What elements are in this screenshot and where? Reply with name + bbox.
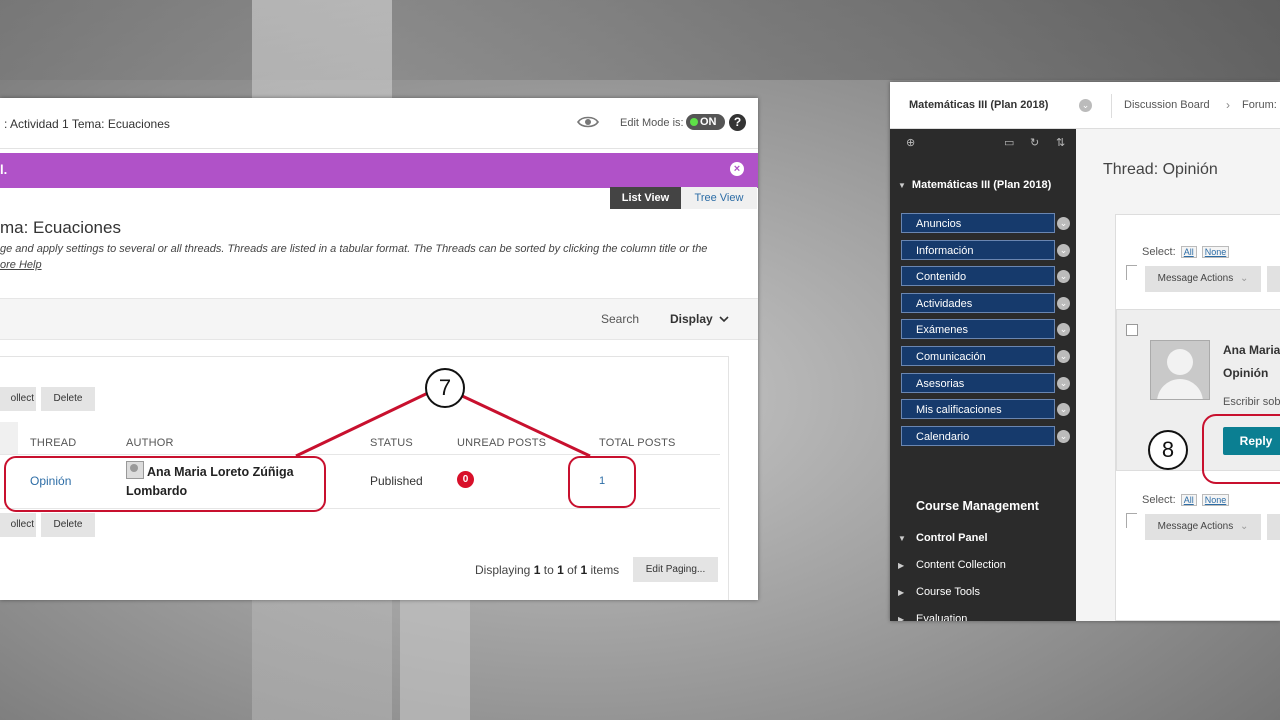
select-label: Select: bbox=[1142, 494, 1176, 506]
select-all-link[interactable]: All bbox=[1180, 246, 1197, 258]
chevron-down-icon[interactable]: ⌄ bbox=[1057, 430, 1070, 443]
page-title: Thread: Opinión bbox=[1103, 161, 1218, 178]
expand-triangle-icon: ▶ bbox=[898, 588, 905, 597]
select-none-link[interactable]: None bbox=[1201, 246, 1230, 258]
sidebar-item-mis-calificaciones[interactable]: Mis calificaciones bbox=[901, 399, 1055, 419]
breadcrumb-forum[interactable]: Forum: bbox=[1242, 99, 1277, 111]
connector-line bbox=[1126, 265, 1137, 280]
control-panel-course-tools[interactable]: ▶ Course Tools bbox=[898, 586, 980, 598]
course-tools-label: Course Tools bbox=[916, 586, 980, 598]
sidebar-item-anuncios[interactable]: Anuncios bbox=[901, 213, 1055, 233]
secondary-action-button-bottom[interactable] bbox=[1267, 514, 1280, 540]
chevron-down-icon[interactable]: ⌄ bbox=[1057, 217, 1070, 230]
sidebar-item-calendario[interactable]: Calendario bbox=[901, 426, 1055, 446]
step-marker-8: 8 bbox=[1148, 430, 1188, 470]
top-bar: Matemáticas III (Plan 2018) ⌄ Discussion… bbox=[890, 82, 1280, 129]
breadcrumb-discussion-board[interactable]: Discussion Board bbox=[1124, 99, 1210, 111]
content-collection-label: Content Collection bbox=[916, 559, 1006, 571]
chevron-down-icon[interactable]: ⌄ bbox=[1079, 99, 1092, 112]
sidebar-item-informacion[interactable]: Información bbox=[901, 240, 1055, 260]
collapse-triangle-icon: ▼ bbox=[898, 534, 906, 543]
message-checkbox[interactable] bbox=[1126, 324, 1138, 336]
add-icon[interactable]: ⊕ bbox=[906, 136, 915, 149]
control-panel-content-collection[interactable]: ▶ Content Collection bbox=[898, 559, 1006, 571]
thread-content: Thread: Opinión Select: All None Message… bbox=[1077, 129, 1280, 621]
select-all-link[interactable]: All bbox=[1180, 494, 1197, 506]
thread-view-screenshot: Matemáticas III (Plan 2018) ⌄ Discussion… bbox=[890, 82, 1280, 621]
highlight-reply-button bbox=[1202, 414, 1280, 484]
chevron-down-icon[interactable]: ⌄ bbox=[1057, 323, 1070, 336]
highlight-total-posts bbox=[568, 456, 636, 508]
folder-icon[interactable]: ▭ bbox=[1004, 136, 1014, 149]
connector-line bbox=[1126, 513, 1137, 528]
avatar bbox=[1150, 340, 1210, 400]
chevron-down-icon[interactable]: ⌄ bbox=[1057, 297, 1070, 310]
post-subject: Opinión bbox=[1223, 366, 1269, 380]
control-panel-label: Control Panel bbox=[916, 532, 988, 544]
course-menu-tools: ⊕ ▭ ↻ ⇅ bbox=[890, 129, 1076, 157]
select-label: Select: bbox=[1142, 246, 1176, 258]
sidebar-item-asesorias[interactable]: Asesorias bbox=[901, 373, 1055, 393]
chevron-down-icon[interactable]: ⌄ bbox=[1057, 377, 1070, 390]
post-author: Ana Maria bbox=[1223, 343, 1280, 357]
step-marker-7: 7 bbox=[425, 368, 465, 408]
message-actions-label: Message Actions bbox=[1157, 521, 1234, 532]
collapse-triangle-icon: ▼ bbox=[898, 181, 906, 190]
evaluation-label: Evaluation bbox=[916, 613, 968, 621]
divider bbox=[1111, 94, 1112, 118]
sidebar-item-contenido[interactable]: Contenido bbox=[901, 266, 1055, 286]
refresh-icon[interactable]: ↻ bbox=[1030, 136, 1039, 149]
select-controls-bottom: Select: All None bbox=[1142, 494, 1230, 506]
course-title[interactable]: Matemáticas III (Plan 2018) bbox=[909, 99, 1048, 111]
control-panel-item[interactable]: ▼ Control Panel bbox=[898, 532, 988, 544]
message-actions-label: Message Actions bbox=[1157, 273, 1234, 284]
sidebar-item-actividades[interactable]: Actividades bbox=[901, 293, 1055, 313]
course-management-heading: Course Management bbox=[916, 499, 1039, 513]
select-controls-top: Select: All None bbox=[1142, 246, 1230, 258]
chevron-down-icon[interactable]: ⌄ bbox=[1057, 270, 1070, 283]
expand-triangle-icon: ▶ bbox=[898, 561, 905, 570]
chevron-down-icon: ⌄ bbox=[1240, 521, 1249, 532]
chevron-down-icon[interactable]: ⌄ bbox=[1057, 350, 1070, 363]
message-actions-button-bottom[interactable]: Message Actions ⌄ bbox=[1145, 514, 1261, 540]
sidebar-item-comunicacion[interactable]: Comunicación bbox=[901, 346, 1055, 366]
sidebar-course-label: Matemáticas III (Plan 2018) bbox=[911, 179, 1052, 191]
chevron-down-icon[interactable]: ⌄ bbox=[1057, 244, 1070, 257]
course-menu: ⊕ ▭ ↻ ⇅ ▼ Matemáticas III (Plan 2018) Anu… bbox=[890, 129, 1076, 621]
sidebar-course-title[interactable]: ▼ Matemáticas III (Plan 2018) bbox=[898, 177, 1068, 194]
secondary-action-button-top[interactable] bbox=[1267, 266, 1280, 292]
sidebar-item-examenes[interactable]: Exámenes bbox=[901, 319, 1055, 339]
expand-triangle-icon: ▶ bbox=[898, 615, 905, 621]
control-panel-evaluation[interactable]: ▶ Evaluation bbox=[898, 613, 967, 621]
chevron-down-icon[interactable]: ⌄ bbox=[1057, 403, 1070, 416]
post-body: Escribir sob bbox=[1223, 396, 1280, 408]
reorder-icon[interactable]: ⇅ bbox=[1056, 136, 1065, 149]
chevron-down-icon: ⌄ bbox=[1240, 273, 1249, 284]
breadcrumb-separator-icon: › bbox=[1226, 98, 1230, 112]
select-none-link[interactable]: None bbox=[1201, 494, 1230, 506]
message-actions-button-top[interactable]: Message Actions ⌄ bbox=[1145, 266, 1261, 292]
highlight-thread-author bbox=[4, 456, 326, 512]
